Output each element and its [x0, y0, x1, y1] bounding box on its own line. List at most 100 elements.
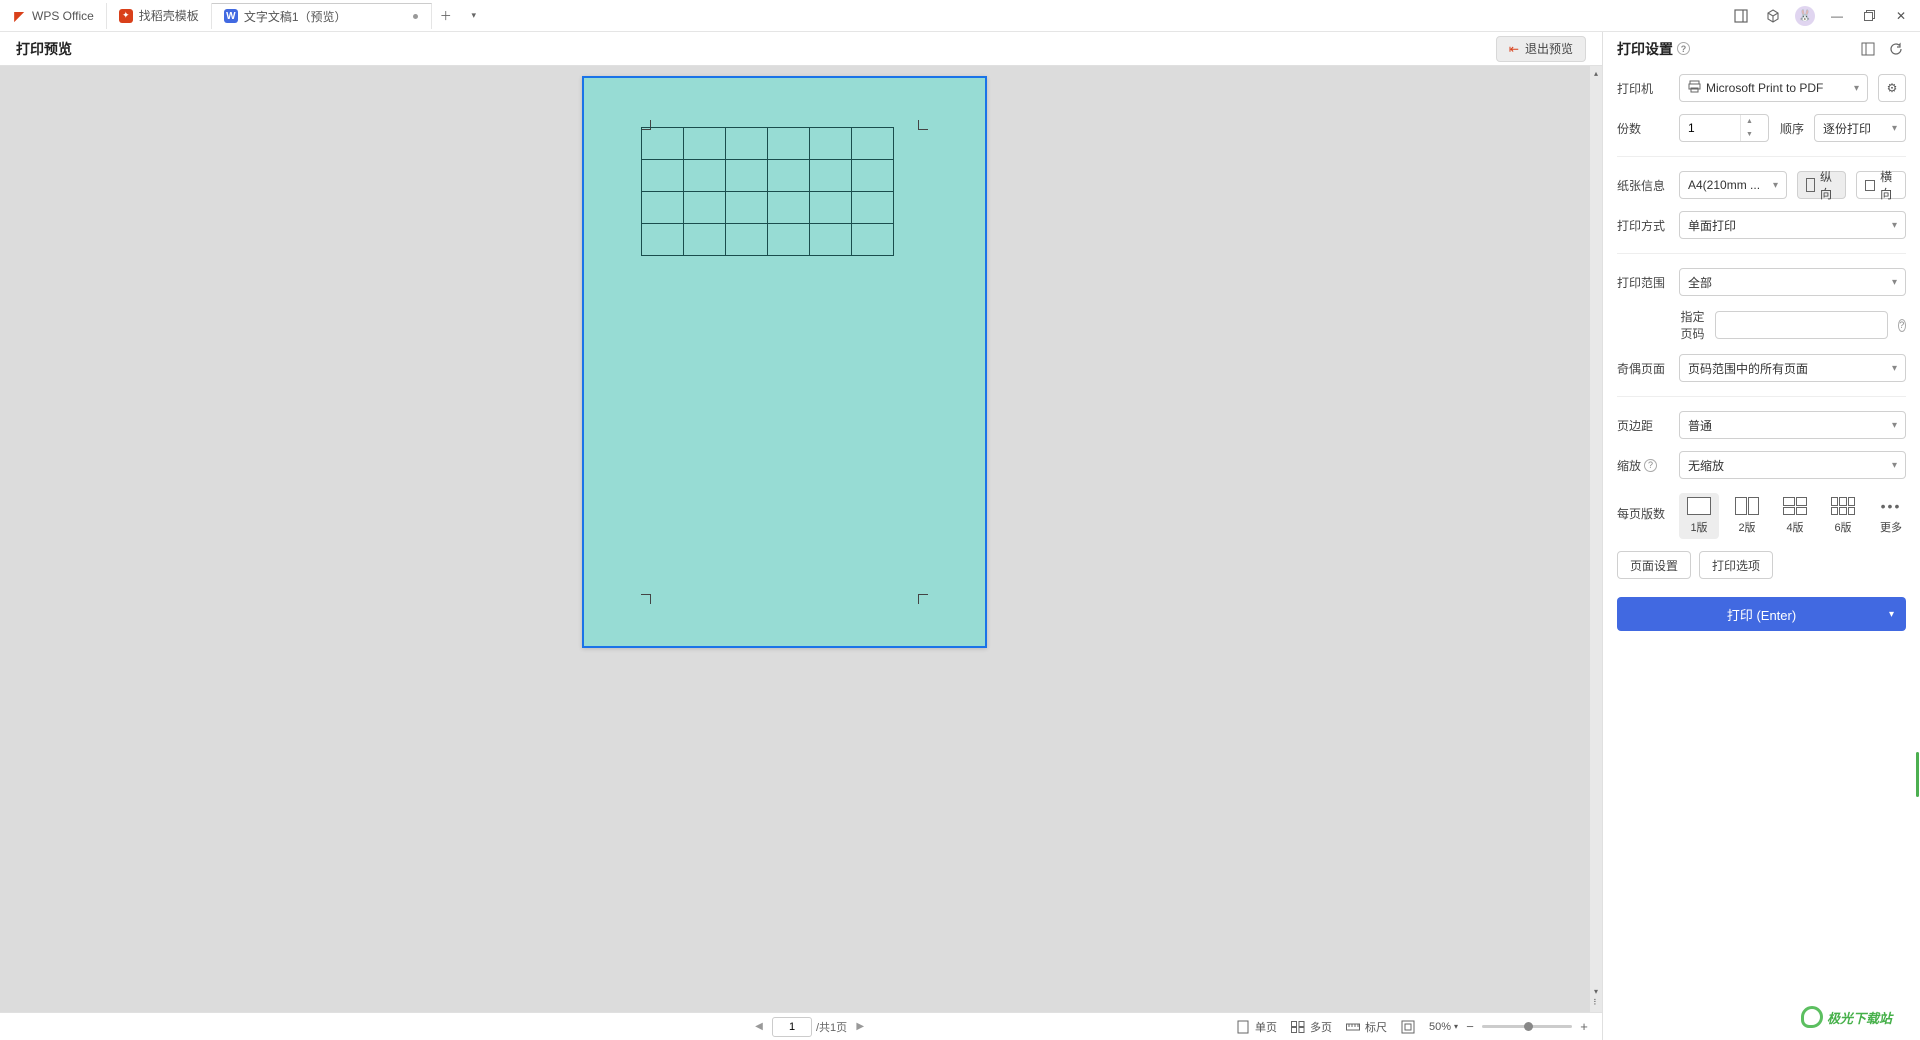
tab-list-dropdown[interactable]: ▾ [460, 3, 488, 29]
zoom-dropdown[interactable]: 50%▾ [1429, 1021, 1458, 1033]
order-select[interactable]: 逐份打印 ▾ [1814, 114, 1906, 142]
layout-6up-icon [1831, 497, 1855, 515]
watermark-logo-icon [1801, 1006, 1823, 1028]
zoom-thumb[interactable] [1524, 1022, 1533, 1031]
margin-label: 页边距 [1617, 417, 1669, 434]
page-input[interactable] [772, 1017, 812, 1037]
divider [1617, 156, 1906, 157]
zoom-controls: 50%▾ − + [1429, 1019, 1592, 1035]
copies-label: 份数 [1617, 120, 1669, 137]
landscape-icon [1865, 180, 1875, 191]
printer-label: 打印机 [1617, 80, 1669, 97]
fit-page-icon [1401, 1020, 1415, 1034]
titlebar-right: 🐰 — ✕ [1726, 2, 1920, 30]
margin-select[interactable]: 普通 ▾ [1679, 411, 1906, 439]
scroll-up-icon[interactable]: ▴ [1590, 66, 1602, 80]
help-icon[interactable]: ? [1644, 459, 1657, 472]
refresh-icon[interactable] [1886, 39, 1906, 59]
spinner-up-icon[interactable]: ▲ [1741, 115, 1758, 128]
printer-settings-button[interactable]: ⚙ [1878, 74, 1906, 102]
scale-select[interactable]: 无缩放 ▾ [1679, 451, 1906, 479]
spinner-down-icon[interactable]: ▼ [1741, 128, 1758, 141]
zoom-in-button[interactable]: + [1576, 1019, 1592, 1035]
single-page-icon [1236, 1020, 1250, 1034]
paper-select[interactable]: A4(210mm ... ▾ [1679, 171, 1787, 199]
tab-label: WPS Office [32, 9, 94, 23]
close-button[interactable]: ✕ [1886, 2, 1916, 30]
tab-modified-indicator [413, 14, 418, 19]
canvas-area[interactable]: ▴ ▾ ⠇ [0, 66, 1602, 1012]
duplex-select[interactable]: 单面打印 ▾ [1679, 211, 1906, 239]
minimize-button[interactable]: — [1822, 2, 1852, 30]
crop-mark-icon [918, 594, 928, 604]
gear-icon: ⚙ [1887, 81, 1898, 95]
settings-body: 打印机 Microsoft Print to PDF ▾ ⚙ 份数 ▲▼ 顺序 … [1603, 66, 1920, 639]
layout-2up[interactable]: 2版 [1727, 493, 1767, 539]
settings-title: 打印设置 ? [1617, 39, 1690, 59]
preview-title: 打印预览 [16, 39, 72, 59]
panel-layout-icon[interactable] [1858, 39, 1878, 59]
print-button[interactable]: 打印 (Enter) ▾ [1617, 597, 1906, 631]
chevron-down-icon[interactable]: ▾ [1889, 609, 1894, 620]
page-setup-button[interactable]: 页面设置 [1617, 551, 1691, 579]
fit-page-button[interactable] [1401, 1020, 1415, 1034]
single-page-view[interactable]: 单页 [1236, 1019, 1277, 1035]
doc-icon: W [224, 9, 238, 23]
help-icon[interactable]: ? [1677, 42, 1690, 55]
chevron-down-icon: ▾ [1892, 460, 1897, 471]
range-select[interactable]: 全部 ▾ [1679, 268, 1906, 296]
page-preview [582, 76, 987, 648]
next-page-button[interactable]: ▶ [851, 1018, 869, 1036]
layout-2up-icon [1735, 497, 1759, 515]
layout-1up[interactable]: 1版 [1679, 493, 1719, 539]
more-icon: ••• [1881, 497, 1902, 515]
template-icon: ✦ [119, 9, 133, 23]
print-options-button[interactable]: 打印选项 [1699, 551, 1773, 579]
user-avatar[interactable]: 🐰 [1790, 2, 1820, 30]
layout-options: 1版 2版 4版 6版 ••• [1679, 491, 1911, 539]
page-total: /共1页 [816, 1019, 847, 1035]
page-navigation: ◀ /共1页 ▶ [750, 1017, 869, 1037]
wps-logo-icon: ◤ [12, 9, 26, 23]
new-tab-button[interactable]: ＋ [432, 3, 460, 29]
scroll-menu-icon[interactable]: ⠇ [1590, 998, 1602, 1012]
layout-4up[interactable]: 4版 [1775, 493, 1815, 539]
panel-toggle-icon[interactable] [1726, 2, 1756, 30]
tab-wps-home[interactable]: ◤ WPS Office [0, 3, 107, 29]
tab-templates[interactable]: ✦ 找稻壳模板 [107, 3, 212, 29]
statusbar-right: 单页 多页 标尺 50%▾ − + [1236, 1019, 1592, 1035]
cube-icon[interactable] [1758, 2, 1788, 30]
scroll-down-icon[interactable]: ▾ [1590, 984, 1602, 998]
exit-preview-button[interactable]: ⇤ 退出预览 [1496, 36, 1586, 62]
layout-more[interactable]: ••• 更多 [1871, 493, 1911, 539]
ruler-icon [1346, 1020, 1360, 1034]
zoom-out-button[interactable]: − [1462, 1019, 1478, 1035]
specify-pages-label: 指定页码 [1669, 308, 1705, 342]
maximize-button[interactable] [1854, 2, 1884, 30]
printer-select[interactable]: Microsoft Print to PDF ▾ [1679, 74, 1868, 102]
layout-6up[interactable]: 6版 [1823, 493, 1863, 539]
portrait-button[interactable]: 纵向 [1797, 171, 1846, 199]
statusbar: ◀ /共1页 ▶ 单页 多页 标尺 [0, 1012, 1602, 1040]
tab-label: 找稻壳模板 [139, 7, 199, 24]
help-icon[interactable]: ? [1898, 319, 1907, 332]
print-settings-panel: 打印设置 ? 打印机 Microsoft Print to PDF ▾ ⚙ 份数 [1602, 32, 1920, 1040]
copies-spinner[interactable]: ▲▼ [1679, 114, 1769, 142]
multi-page-view[interactable]: 多页 [1291, 1019, 1332, 1035]
vertical-scrollbar[interactable]: ▴ ▾ ⠇ [1590, 66, 1602, 1012]
tab-document[interactable]: W 文字文稿1（预览） [212, 3, 432, 29]
oddeven-select[interactable]: 页码范围中的所有页面 ▾ [1679, 354, 1906, 382]
ruler-toggle[interactable]: 标尺 [1346, 1019, 1387, 1035]
divider [1617, 253, 1906, 254]
chevron-down-icon: ▾ [1892, 220, 1897, 231]
duplex-label: 打印方式 [1617, 217, 1669, 234]
printer-icon [1688, 80, 1701, 96]
zoom-slider[interactable] [1482, 1025, 1572, 1028]
document-table [641, 127, 894, 256]
paper-label: 纸张信息 [1617, 177, 1669, 194]
prev-page-button[interactable]: ◀ [750, 1018, 768, 1036]
copies-input[interactable] [1680, 121, 1740, 135]
per-page-label: 每页版数 [1617, 491, 1669, 522]
landscape-button[interactable]: 横向 [1856, 171, 1906, 199]
specify-pages-input[interactable] [1715, 311, 1888, 339]
